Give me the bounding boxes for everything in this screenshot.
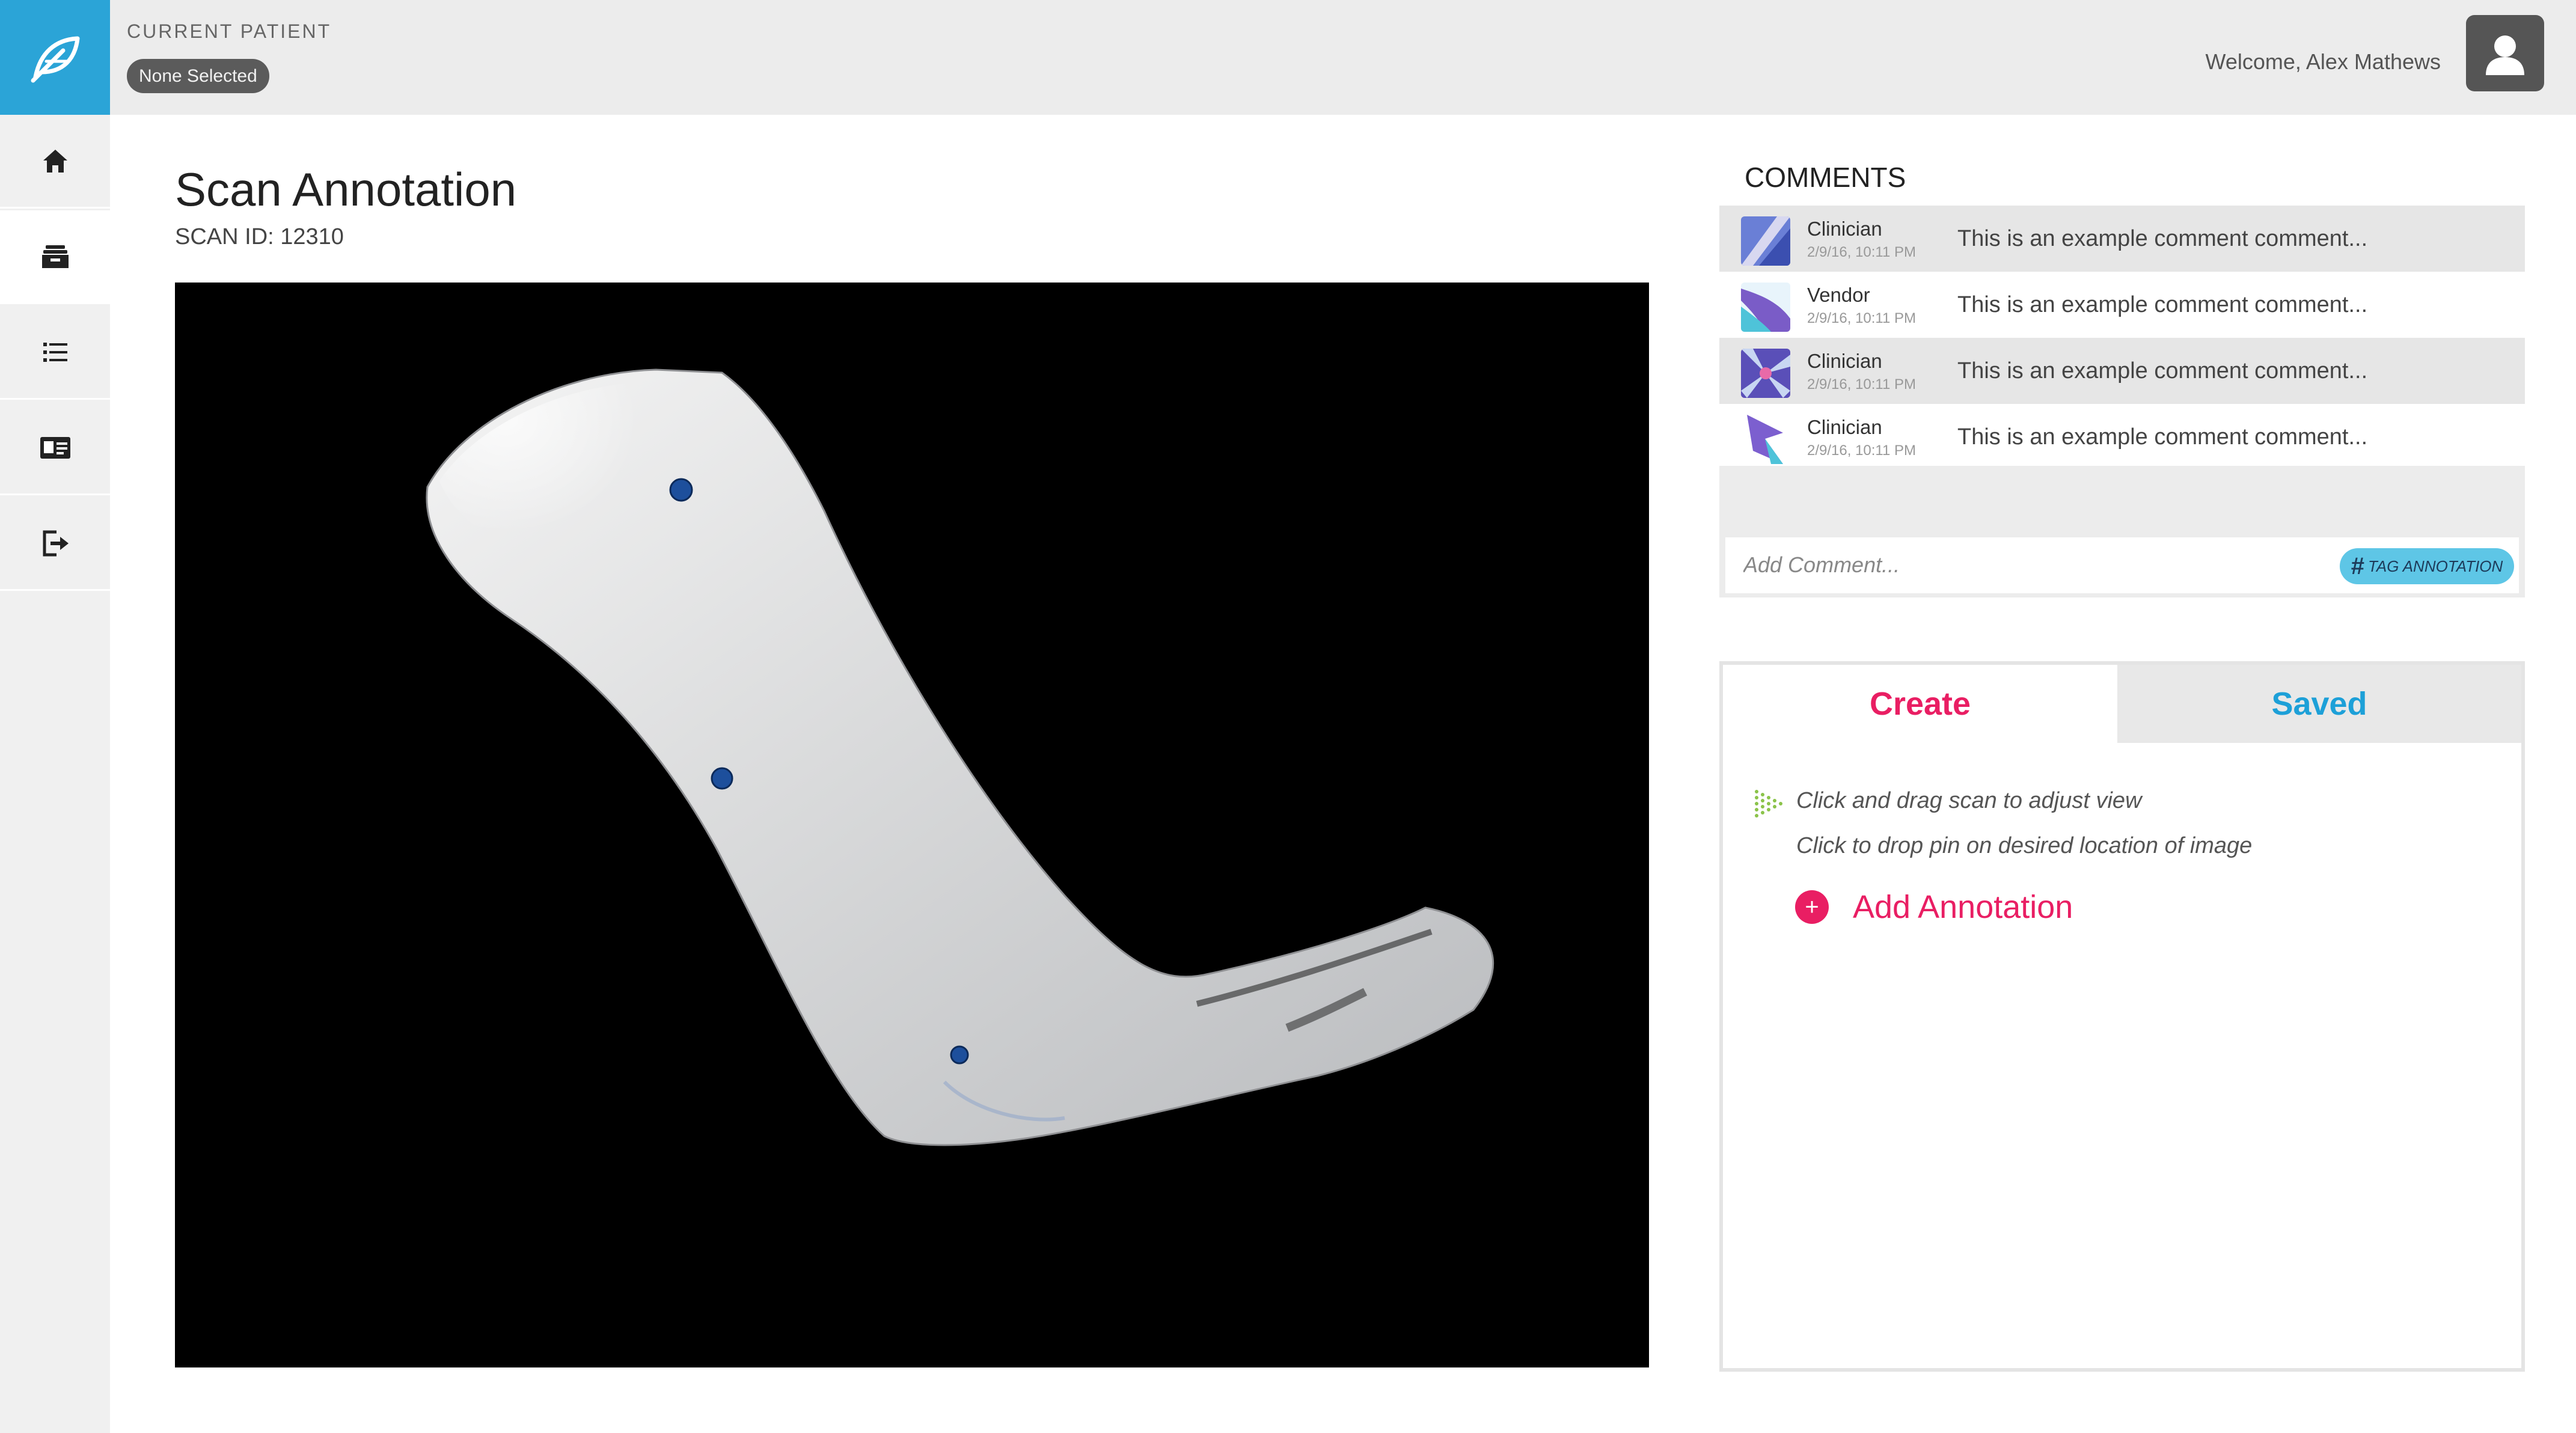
page-title: Scan Annotation [175,163,517,216]
welcome-text: Welcome, Alex Mathews [2205,49,2441,74]
tab-saved[interactable]: Saved [2117,665,2521,743]
comment-item[interactable]: Clinician 2/9/16, 10:11 PM This is an ex… [1719,404,2525,466]
add-annotation-button[interactable]: + Add Annotation [1795,883,2073,931]
id-card-icon [40,436,70,459]
annotation-pin[interactable] [950,1045,969,1065]
add-comment-bar: # TAG ANNOTATION [1725,537,2519,593]
drag-arrow-icon [1755,790,1782,817]
sidebar-item-inbox[interactable] [0,210,110,304]
patient-selector[interactable]: None Selected [127,59,269,93]
scan-viewer[interactable] [175,283,1649,1367]
current-patient-label: CURRENT PATIENT [127,20,332,42]
comment-avatar [1741,415,1790,464]
annotation-panel: Create Saved Click and drag scan to adju… [1719,661,2525,1372]
comment-time: 2/9/16, 10:11 PM [1807,310,1917,326]
sidebar-item-id-card[interactable] [0,402,110,495]
inbox-icon [41,245,69,268]
home-icon [43,149,67,173]
logout-icon [43,530,69,556]
comment-author: Vendor [1807,284,1870,306]
sidebar-item-home[interactable] [0,115,110,209]
comment-avatar [1741,349,1790,398]
tag-annotation-button[interactable]: # TAG ANNOTATION [2340,548,2514,584]
annotation-pin[interactable] [711,767,733,790]
tab-create[interactable]: Create [1723,665,2117,743]
comment-avatar [1741,216,1790,266]
comments-list: Clinician 2/9/16, 10:11 PM This is an ex… [1719,206,2525,597]
comment-time: 2/9/16, 10:11 PM [1807,376,1917,393]
user-icon [2486,35,2524,75]
tag-annotation-label: TAG ANNOTATION [2367,557,2503,575]
sidebar [0,115,110,1433]
hash-icon: # [2351,552,2364,579]
annotation-pin[interactable] [669,478,693,502]
comment-avatar [1741,283,1790,332]
comment-item[interactable]: Vendor 2/9/16, 10:11 PM This is an examp… [1719,272,2525,338]
add-comment-input[interactable] [1743,543,2321,587]
top-bar: CURRENT PATIENT None Selected Welcome, A… [0,0,2576,115]
comment-item[interactable]: Clinician 2/9/16, 10:11 PM This is an ex… [1719,338,2525,404]
comment-author: Clinician [1807,218,1882,240]
add-annotation-label: Add Annotation [1853,889,2073,925]
comment-text: This is an example comment comment... [1957,358,2368,383]
plus-icon: + [1795,890,1829,924]
leaf-icon [31,36,79,82]
comment-text: This is an example comment comment... [1957,424,2368,450]
comment-text: This is an example comment comment... [1957,226,2368,251]
instruction-drag: Click and drag scan to adjust view [1796,788,2142,813]
comment-item[interactable]: Clinician 2/9/16, 10:11 PM This is an ex… [1719,206,2525,272]
instruction-pin: Click to drop pin on desired location of… [1796,833,2253,858]
comment-author: Clinician [1807,350,1882,372]
sidebar-item-list[interactable] [0,306,110,400]
comment-time: 2/9/16, 10:11 PM [1807,244,1917,260]
comment-text: This is an example comment comment... [1957,292,2368,317]
comment-author: Clinician [1807,416,1882,438]
leg-scan-model[interactable] [175,283,1649,1367]
user-avatar-button[interactable] [2466,15,2544,91]
list-icon [43,342,67,362]
scan-id: SCAN ID: 12310 [175,224,344,249]
sidebar-item-logout[interactable] [0,497,110,591]
comment-time: 2/9/16, 10:11 PM [1807,442,1917,459]
app-logo[interactable] [0,0,110,117]
comments-title: COMMENTS [1745,162,1906,193]
